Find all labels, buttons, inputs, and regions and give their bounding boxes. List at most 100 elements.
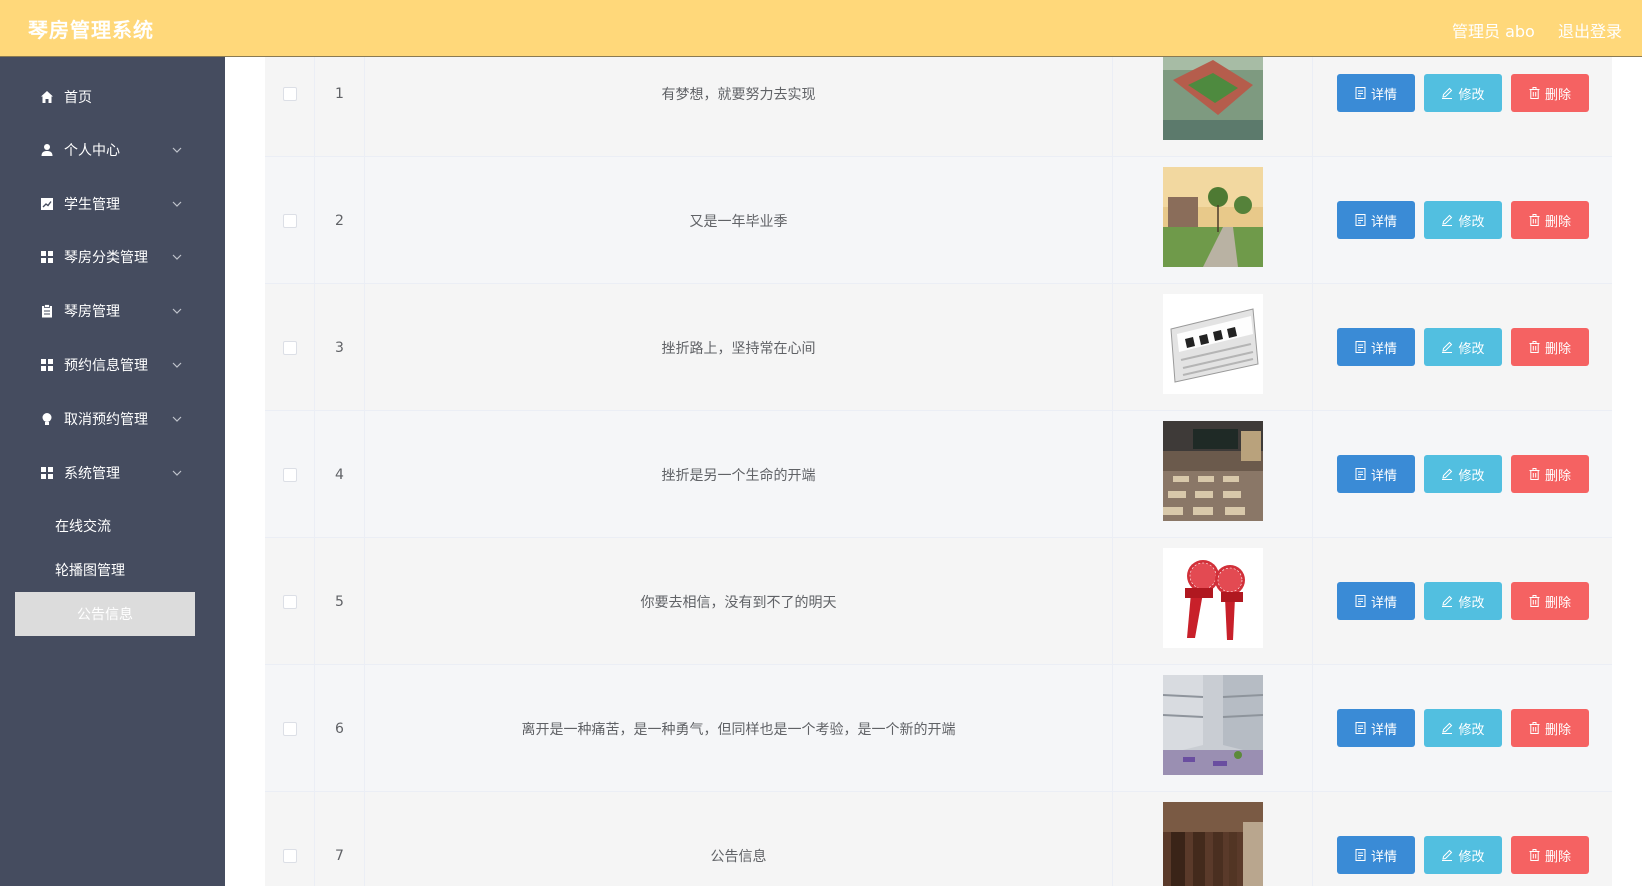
delete-button[interactable]: 删除 [1511, 328, 1589, 366]
sidebar-item-label: 学生管理 [64, 197, 120, 213]
thumbnail-campus-aerial [1163, 57, 1263, 140]
sidebar-subitem-online-chat[interactable]: 在线交流 [0, 506, 225, 546]
row-title: 公告信息 [365, 792, 1113, 886]
pencil-icon [1442, 87, 1453, 99]
edit-button[interactable]: 修改 [1424, 582, 1502, 620]
row-index: 4 [315, 411, 365, 538]
delete-button[interactable]: 删除 [1511, 74, 1589, 112]
row-checkbox[interactable] [283, 214, 297, 228]
sidebar-item-room-category-management[interactable]: 琴房分类管理 [0, 237, 225, 277]
admin-user-label: 管理员 abo [1452, 22, 1535, 41]
chevron-down-icon [172, 362, 182, 368]
delete-button-label: 删除 [1544, 722, 1571, 738]
sidebar-item-student-management[interactable]: 学生管理 [0, 184, 225, 224]
delete-button[interactable]: 删除 [1511, 201, 1589, 239]
delete-button-label: 删除 [1544, 849, 1571, 865]
sidebar-subitem-label: 轮播图管理 [55, 563, 125, 579]
chart-icon [40, 197, 54, 211]
document-icon [1355, 595, 1366, 607]
document-icon [1355, 87, 1366, 99]
document-icon [1355, 341, 1366, 353]
trash-icon [1529, 468, 1540, 480]
table-row: 4 挫折是另一个生命的开端 详情 修改 删除 [265, 411, 1612, 538]
detail-button[interactable]: 详情 [1337, 709, 1415, 747]
delete-button[interactable]: 删除 [1511, 582, 1589, 620]
thumbnail-news-paper [1163, 294, 1263, 394]
edit-button[interactable]: 修改 [1424, 709, 1502, 747]
edit-button[interactable]: 修改 [1424, 836, 1502, 874]
user-icon [40, 143, 54, 157]
pencil-icon [1442, 849, 1453, 861]
edit-button[interactable]: 修改 [1424, 328, 1502, 366]
row-checkbox[interactable] [283, 849, 297, 863]
document-icon [1355, 468, 1366, 480]
sidebar-subitem-carousel-management[interactable]: 轮播图管理 [0, 550, 225, 590]
chevron-down-icon [172, 254, 182, 260]
edit-button[interactable]: 修改 [1424, 201, 1502, 239]
row-title: 离开是一种痛苦，是一种勇气，但同样也是一个考验，是一个新的开端 [365, 665, 1113, 792]
sidebar-item-reservation-management[interactable]: 预约信息管理 [0, 345, 225, 385]
pencil-icon [1442, 214, 1453, 226]
edit-button-label: 修改 [1458, 214, 1485, 230]
edit-button-label: 修改 [1458, 595, 1485, 611]
thumbnail-building-courtyard [1163, 675, 1263, 775]
clipboard-icon [40, 304, 54, 318]
thumbnail-classroom [1163, 421, 1263, 521]
row-checkbox[interactable] [283, 722, 297, 736]
grid-icon [40, 358, 54, 372]
delete-button[interactable]: 删除 [1511, 455, 1589, 493]
sidebar-subitem-label: 公告信息 [77, 607, 133, 623]
table-row: 6 离开是一种痛苦，是一种勇气，但同样也是一个考验，是一个新的开端 详情 修改 … [265, 665, 1612, 792]
top-header: 琴房管理系统 管理员 abo 退出登录 [0, 0, 1642, 57]
chevron-down-icon [172, 147, 182, 153]
sidebar-item-system-management[interactable]: 系统管理 [0, 453, 225, 493]
pencil-icon [1442, 468, 1453, 480]
row-title: 挫折是另一个生命的开端 [365, 411, 1113, 538]
row-title: 又是一年毕业季 [365, 157, 1113, 284]
edit-button-label: 修改 [1458, 341, 1485, 357]
sidebar-item-label: 系统管理 [64, 466, 120, 482]
table-row: 1 有梦想，就要努力去实现 详情 修改 删除 [265, 57, 1612, 157]
detail-button-label: 详情 [1370, 468, 1397, 484]
delete-button[interactable]: 删除 [1511, 836, 1589, 874]
trash-icon [1529, 341, 1540, 353]
table-row: 5 你要去相信，没有到不了的明天 详情 修改 删除 [265, 538, 1612, 665]
detail-button[interactable]: 详情 [1337, 836, 1415, 874]
detail-button[interactable]: 详情 [1337, 328, 1415, 366]
row-checkbox[interactable] [283, 341, 297, 355]
sidebar-subitem-announcements[interactable]: 公告信息 [15, 592, 195, 636]
thumbnail-news-microphone [1163, 548, 1263, 648]
delete-button-label: 删除 [1544, 214, 1571, 230]
sidebar-item-cancel-reservation-management[interactable]: 取消预约管理 [0, 399, 225, 439]
chevron-down-icon [172, 308, 182, 314]
grid-icon [40, 466, 54, 480]
edit-button-label: 修改 [1458, 87, 1485, 103]
detail-button[interactable]: 详情 [1337, 582, 1415, 620]
grid-icon [40, 250, 54, 264]
row-checkbox[interactable] [283, 87, 297, 101]
sidebar-subitem-label: 在线交流 [55, 519, 111, 535]
delete-button-label: 删除 [1544, 468, 1571, 484]
detail-button-label: 详情 [1370, 595, 1397, 611]
detail-button[interactable]: 详情 [1337, 455, 1415, 493]
detail-button[interactable]: 详情 [1337, 74, 1415, 112]
row-index: 2 [315, 157, 365, 284]
sidebar-item-personal-center[interactable]: 个人中心 [0, 130, 225, 170]
row-title: 你要去相信，没有到不了的明天 [365, 538, 1113, 665]
detail-button-label: 详情 [1370, 849, 1397, 865]
row-checkbox[interactable] [283, 595, 297, 609]
row-title: 有梦想，就要努力去实现 [365, 57, 1113, 157]
edit-button[interactable]: 修改 [1424, 74, 1502, 112]
sidebar-item-label: 琴房管理 [64, 304, 120, 320]
edit-button[interactable]: 修改 [1424, 455, 1502, 493]
trash-icon [1529, 849, 1540, 861]
detail-button[interactable]: 详情 [1337, 201, 1415, 239]
row-index: 6 [315, 665, 365, 792]
sidebar-item-home[interactable]: 首页 [0, 77, 225, 117]
logout-link[interactable]: 退出登录 [1558, 18, 1622, 42]
thumbnail-study-room [1163, 802, 1263, 886]
delete-button[interactable]: 删除 [1511, 709, 1589, 747]
sidebar-item-label: 琴房分类管理 [64, 250, 148, 266]
sidebar-item-room-management[interactable]: 琴房管理 [0, 291, 225, 331]
row-checkbox[interactable] [283, 468, 297, 482]
